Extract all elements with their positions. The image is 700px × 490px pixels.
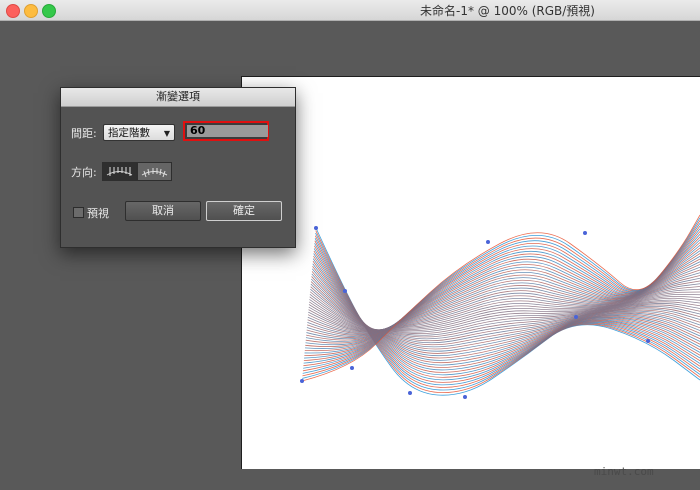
steps-highlight	[183, 121, 269, 141]
spacing-select[interactable]: 指定階數 ▼	[103, 124, 175, 141]
blend-artwork[interactable]	[242, 97, 700, 490]
steps-input[interactable]	[187, 125, 268, 137]
watermark: minwt.com	[594, 465, 654, 478]
zoom-window-button[interactable]	[42, 4, 56, 18]
orientation-label: 方向:	[71, 166, 97, 179]
close-window-button[interactable]	[6, 4, 20, 18]
window-title: 未命名-1* @ 100% (RGB/預視)	[420, 4, 595, 18]
ok-button[interactable]: 確定	[206, 201, 282, 221]
align-to-path-button[interactable]	[137, 162, 172, 181]
spacing-select-value: 指定階數	[108, 127, 150, 139]
blend-options-dialog: 漸變選項 間距: 指定階數 ▼ 方向: 預視 取消 確定	[60, 87, 296, 248]
dialog-title: 漸變選項	[61, 88, 295, 107]
window-title-bar: 未命名-1* @ 100% (RGB/預視)	[0, 0, 700, 21]
cancel-button[interactable]: 取消	[125, 201, 201, 221]
spacing-label: 間距:	[71, 127, 97, 140]
artboard-top-edge	[241, 76, 700, 77]
align-to-page-button[interactable]	[102, 162, 137, 181]
minimize-window-button[interactable]	[24, 4, 38, 18]
align-to-page-icon	[106, 167, 133, 176]
align-to-path-icon	[141, 168, 168, 178]
preview-checkbox[interactable]	[73, 207, 84, 218]
chevron-down-icon: ▼	[163, 129, 170, 138]
preview-label: 預視	[87, 207, 109, 220]
blend-lines	[301, 214, 700, 396]
